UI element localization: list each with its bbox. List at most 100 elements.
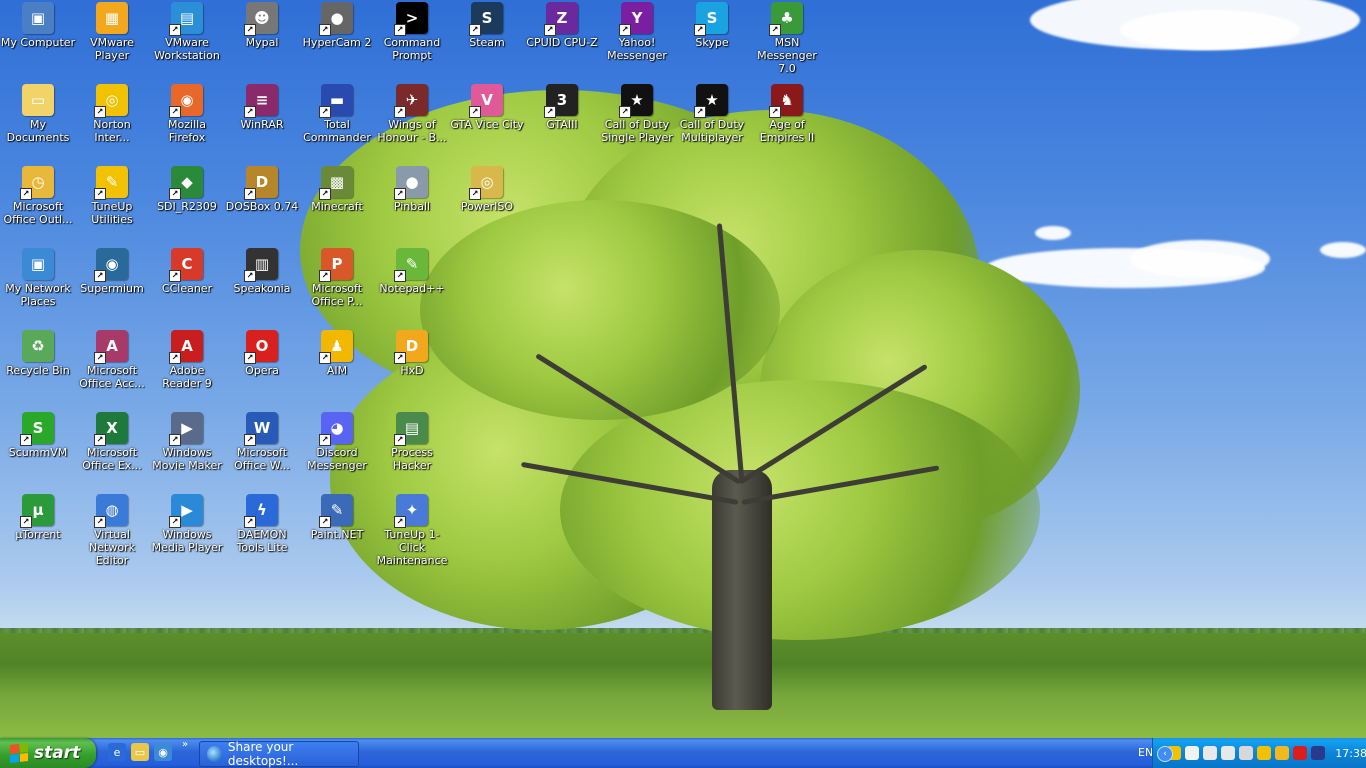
speaker-icon[interactable] <box>1221 746 1236 760</box>
desktop-shortcut[interactable]: ♟ ↗ AIM <box>299 330 375 377</box>
clock[interactable]: 17:38 <box>1335 747 1366 760</box>
shortcut-arrow-icon: ↗ <box>394 24 406 36</box>
desktop-shortcut[interactable]: P ↗ Microsoft Office P... <box>299 248 375 308</box>
desktop-shortcut[interactable]: S ↗ Skype <box>674 2 750 49</box>
desktop-shortcut[interactable]: ▤ ↗ VMware Workstation <box>149 2 225 62</box>
antivirus-icon[interactable] <box>1293 746 1308 760</box>
desktop-shortcut-label: SDI_R2309 <box>157 200 217 213</box>
network-places-icon: ▣ <box>22 248 54 280</box>
globe-icon[interactable] <box>1275 746 1290 760</box>
desktop-shortcut[interactable]: ◕ ↗ Discord Messenger <box>299 412 375 472</box>
word-icon: W ↗ <box>244 412 278 446</box>
desktop-shortcut[interactable]: ◉ ↗ Supermium <box>74 248 150 295</box>
desktop-shortcut[interactable]: ▣ My Network Places <box>0 248 76 308</box>
shortcut-arrow-icon: ↗ <box>169 352 181 364</box>
start-button[interactable]: start <box>0 738 96 768</box>
desktop-shortcut[interactable]: ◍ ↗ Virtual Network Editor <box>74 494 150 567</box>
desktop-shortcut[interactable]: ☻ ↗ Mypal <box>224 2 300 49</box>
desktop-shortcut[interactable]: ♣ ↗ MSN Messenger 7.0 <box>749 2 825 75</box>
desktop-shortcut[interactable]: ▤ ↗ Process Hacker <box>374 412 450 472</box>
vmware-workstation-icon: ▤ ↗ <box>169 2 203 36</box>
desktop-shortcut[interactable]: S ↗ ScummVM <box>0 412 76 459</box>
desktop-shortcut[interactable]: Z ↗ CPUID CPU-Z <box>524 2 600 49</box>
desktop-shortcut[interactable]: ▩ ↗ Minecraft <box>299 166 375 213</box>
user-icon[interactable] <box>1257 746 1272 760</box>
desktop-shortcut[interactable]: ✎ ↗ Paint.NET <box>299 494 375 541</box>
shortcut-arrow-icon: ↗ <box>244 106 256 118</box>
desktop-shortcut[interactable]: ▣ My Computer <box>0 2 76 49</box>
shortcut-arrow-icon: ↗ <box>20 188 32 200</box>
adobe-reader-icon: A ↗ <box>169 330 203 364</box>
tray-collapse-button[interactable]: ‹ <box>1157 746 1173 762</box>
desktop-shortcut[interactable]: D ↗ DOSBox 0.74 <box>224 166 300 213</box>
desktop-shortcut[interactable]: ▥ ↗ Speakonia <box>224 248 300 295</box>
desktop-shortcut[interactable]: ● ↗ Pinball <box>374 166 450 213</box>
desktop-shortcut[interactable]: µ ↗ µTorrent <box>0 494 76 541</box>
mypal-icon: ☻ ↗ <box>244 2 278 36</box>
desktop-shortcut[interactable]: ▶ ↗ Windows Movie Maker <box>149 412 225 472</box>
media-player-icon: ▶ ↗ <box>169 494 203 528</box>
desktop-shortcut[interactable]: ϟ ↗ DAEMON Tools Lite <box>224 494 300 554</box>
desktop-shortcut-label: MSN Messenger 7.0 <box>757 36 817 75</box>
desktop-shortcut-label: Windows Media Player <box>151 528 223 554</box>
shortcut-arrow-icon: ↗ <box>94 352 106 364</box>
desktop-shortcut-label: Total Commander <box>303 118 371 144</box>
desktop-shortcut[interactable]: ♻ Recycle Bin <box>0 330 76 377</box>
folder-icon[interactable]: ▭ <box>131 743 149 761</box>
internet-explorer-icon[interactable]: e <box>108 743 126 761</box>
desktop-shortcut[interactable]: > ↗ Command Prompt <box>374 2 450 62</box>
desktop-shortcut[interactable]: ◷ ↗ Microsoft Office Outl... <box>0 166 76 226</box>
desktop-shortcut[interactable]: ◎ ↗ PowerISO <box>449 166 525 213</box>
desktop-shortcut[interactable]: ◆ ↗ SDI_R2309 <box>149 166 225 213</box>
quick-launch-more-button[interactable]: » <box>182 739 188 750</box>
gta-vice-city-icon: V ↗ <box>469 84 503 118</box>
desktop-shortcut[interactable]: S ↗ Steam <box>449 2 525 49</box>
desktop-shortcut[interactable]: ▦ VMware Player <box>74 2 150 62</box>
search-icon[interactable] <box>1203 746 1218 760</box>
desktop-shortcut[interactable]: ✈ ↗ Wings of Honour - B... <box>374 84 450 144</box>
shortcut-arrow-icon: ↗ <box>694 106 706 118</box>
notes-icon[interactable] <box>1185 746 1200 760</box>
display-icon[interactable] <box>1311 746 1326 760</box>
desktop-shortcut-label: Recycle Bin <box>6 364 70 377</box>
hxd-icon: D ↗ <box>394 330 428 364</box>
language-indicator[interactable]: EN <box>1138 746 1153 759</box>
desktop-shortcut[interactable]: D ↗ HxD <box>374 330 450 377</box>
desktop-shortcut[interactable]: ✎ ↗ Notepad++ <box>374 248 450 295</box>
desktop[interactable]: ▣ My Computer ▦ VMware Player ▤ ↗ VMware Works… <box>0 0 1366 738</box>
desktop-shortcut[interactable]: ♞ ↗ Age of Empires II <box>749 84 825 144</box>
desktop-shortcut[interactable]: O ↗ Opera <box>224 330 300 377</box>
shortcut-arrow-icon: ↗ <box>619 106 631 118</box>
desktop-shortcut-label: Discord Messenger <box>307 446 367 472</box>
desktop-shortcut-label: Notepad++ <box>379 282 445 295</box>
desktop-shortcut[interactable]: ★ ↗ Call of Duty Single Player <box>599 84 675 144</box>
network-icon[interactable] <box>1239 746 1254 760</box>
desktop-shortcut[interactable]: W ↗ Microsoft Office W... <box>224 412 300 472</box>
shortcut-arrow-icon: ↗ <box>94 516 106 528</box>
shortcut-arrow-icon: ↗ <box>394 106 406 118</box>
desktop-shortcut[interactable]: Y ↗ Yahoo! Messenger <box>599 2 675 62</box>
taskbar-window-button[interactable]: Share your desktops!... <box>199 740 359 768</box>
browser-icon[interactable]: ◉ <box>154 743 172 761</box>
desktop-shortcut[interactable]: A ↗ Adobe Reader 9 <box>149 330 225 390</box>
desktop-shortcut[interactable]: ★ ↗ Call of Duty Multiplayer <box>674 84 750 144</box>
desktop-shortcut[interactable]: 3 ↗ GTAIII <box>524 84 600 131</box>
desktop-shortcut[interactable]: ◎ ↗ Norton Inter... <box>74 84 150 144</box>
desktop-shortcut[interactable]: ✎ ↗ TuneUp Utilities <box>74 166 150 226</box>
desktop-shortcut-label: TuneUp Utilities <box>91 200 133 226</box>
desktop-shortcut[interactable]: C ↗ CCleaner <box>149 248 225 295</box>
desktop-shortcut[interactable]: A ↗ Microsoft Office Acc... <box>74 330 150 390</box>
desktop-shortcut[interactable]: ● ↗ HyperCam 2 <box>299 2 375 49</box>
shortcut-arrow-icon: ↗ <box>244 352 256 364</box>
desktop-shortcut[interactable]: ▶ ↗ Windows Media Player <box>149 494 225 554</box>
desktop-shortcut[interactable]: X ↗ Microsoft Office Ex... <box>74 412 150 472</box>
desktop-shortcut[interactable]: V ↗ GTA Vice City <box>449 84 525 131</box>
desktop-shortcut[interactable]: ✦ ↗ TuneUp 1-Click Maintenance <box>374 494 450 567</box>
ccleaner-icon: C ↗ <box>169 248 203 282</box>
desktop-shortcut[interactable]: ◉ ↗ Mozilla Firefox <box>149 84 225 144</box>
desktop-shortcut[interactable]: ▭ My Documents <box>0 84 76 144</box>
shortcut-arrow-icon: ↗ <box>469 24 481 36</box>
wings-of-honour-icon: ✈ ↗ <box>394 84 428 118</box>
desktop-shortcut[interactable]: ≡ ↗ WinRAR <box>224 84 300 131</box>
desktop-shortcut[interactable]: ▬ ↗ Total Commander <box>299 84 375 144</box>
